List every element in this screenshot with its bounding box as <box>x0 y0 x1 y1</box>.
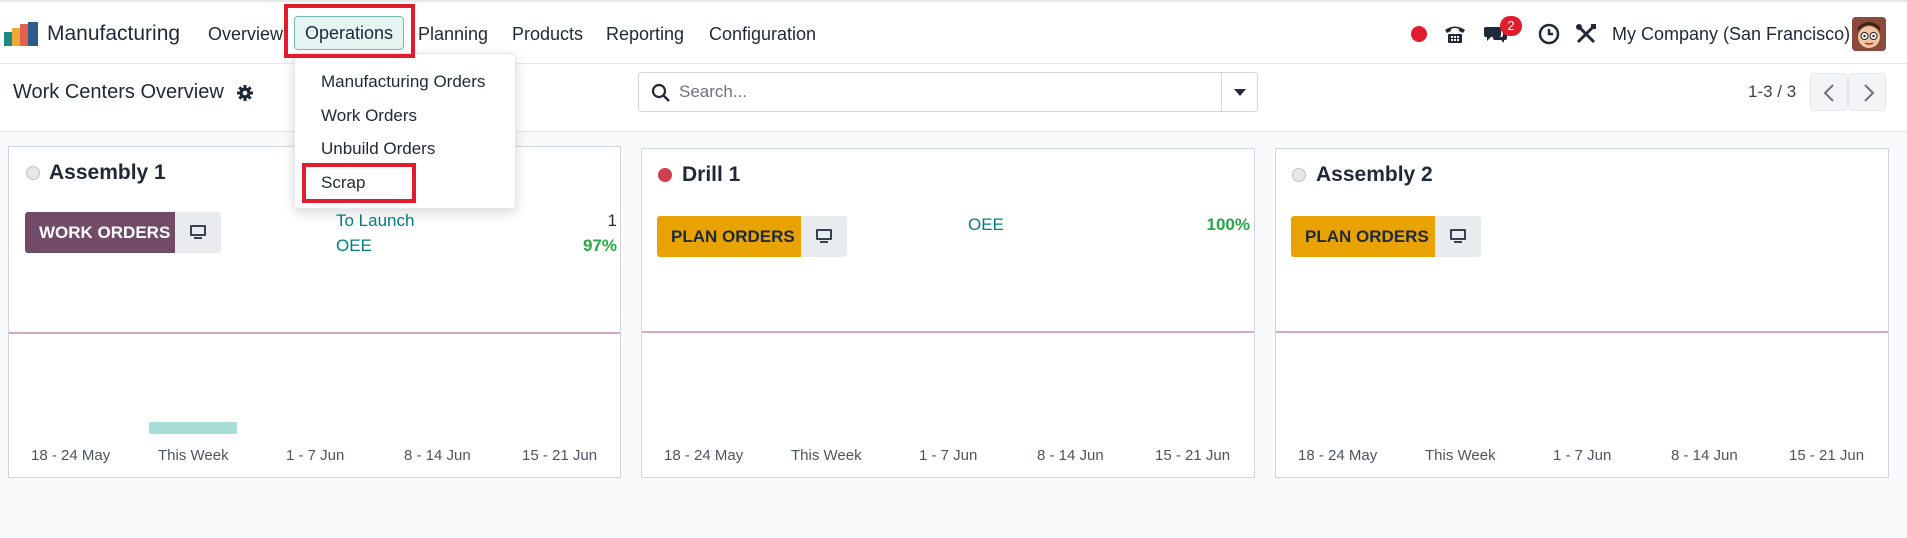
stat-label-to-launch[interactable]: To Launch <box>336 211 414 231</box>
nav-planning[interactable]: Planning <box>418 24 488 45</box>
debug-tools-icon[interactable] <box>1573 21 1599 47</box>
nav-products[interactable]: Products <box>512 24 583 45</box>
messages-count-badge: 2 <box>1500 16 1522 36</box>
chart-baseline <box>642 331 1254 333</box>
highlight-box-scrap <box>302 163 416 203</box>
search-bar[interactable] <box>638 72 1258 112</box>
workcenter-name[interactable]: Assembly 2 <box>1316 163 1433 187</box>
chevron-left-icon <box>1823 84 1834 102</box>
workstation-button[interactable] <box>1435 216 1481 257</box>
manufacturing-app-icon[interactable] <box>4 22 40 46</box>
menu-item-unbuild-orders[interactable]: Unbuild Orders <box>321 139 435 159</box>
plan-orders-button[interactable]: PLAN ORDERS <box>657 216 809 257</box>
stat-label-oee[interactable]: OEE <box>968 215 1004 235</box>
search-options-toggle[interactable] <box>1221 73 1257 111</box>
status-indicator[interactable] <box>1292 168 1306 182</box>
phone-icon[interactable] <box>1442 21 1468 47</box>
pager-value[interactable]: 1-3 / 3 <box>1748 82 1796 102</box>
search-icon <box>651 83 670 102</box>
stat-value-oee[interactable]: 97% <box>549 236 617 256</box>
week-label: This Week <box>791 447 862 464</box>
week-label: 18 - 24 May <box>31 447 111 464</box>
highlight-box-operations <box>284 4 415 58</box>
nav-overview[interactable]: Overview <box>208 24 283 45</box>
week-label: 18 - 24 May <box>1298 447 1378 464</box>
week-label: This Week <box>1425 447 1496 464</box>
week-label: 1 - 7 Jun <box>1553 447 1612 464</box>
workstation-button[interactable] <box>801 216 847 257</box>
app-name[interactable]: Manufacturing <box>47 22 180 46</box>
record-status-icon[interactable] <box>1406 21 1432 47</box>
menu-item-work-orders[interactable]: Work Orders <box>321 106 417 126</box>
monitor-icon <box>816 229 832 243</box>
week-label: 15 - 21 Jun <box>522 447 598 464</box>
search-input[interactable] <box>679 79 1209 105</box>
page-title: Work Centers Overview <box>13 81 224 103</box>
plan-orders-button[interactable]: PLAN ORDERS <box>1291 216 1443 257</box>
workcenter-card: Drill 1 PLAN ORDERS OEE 100% 18 - 24 May… <box>641 148 1255 478</box>
menu-item-manufacturing-orders[interactable]: Manufacturing Orders <box>321 72 485 92</box>
week-label: 15 - 21 Jun <box>1789 447 1865 464</box>
week-label: 8 - 14 Jun <box>1037 447 1104 464</box>
workcenter-name[interactable]: Assembly 1 <box>49 161 166 185</box>
nav-reporting[interactable]: Reporting <box>606 24 684 45</box>
week-label: 1 - 7 Jun <box>286 447 345 464</box>
stat-value-oee[interactable]: 100% <box>1178 215 1250 235</box>
nav-configuration[interactable]: Configuration <box>709 24 816 45</box>
pager-next-button[interactable] <box>1848 73 1886 111</box>
workcenter-name[interactable]: Drill 1 <box>682 163 740 187</box>
monitor-icon <box>190 225 206 239</box>
control-panel: Work Centers Overview 1-3 / 3 <box>0 64 1907 132</box>
workload-bar <box>149 422 237 434</box>
company-switcher[interactable]: My Company (San Francisco) <box>1612 24 1850 45</box>
stat-value-to-launch[interactable]: 1 <box>549 211 617 231</box>
week-label: 8 - 14 Jun <box>404 447 471 464</box>
week-label: 18 - 24 May <box>664 447 744 464</box>
activity-clock-icon[interactable] <box>1536 21 1562 47</box>
week-label: 8 - 14 Jun <box>1671 447 1738 464</box>
pager-previous-button[interactable] <box>1810 73 1848 111</box>
gear-icon[interactable] <box>236 84 254 102</box>
caret-down-icon <box>1234 89 1246 96</box>
user-avatar[interactable] <box>1852 17 1886 51</box>
week-label: This Week <box>158 447 229 464</box>
chevron-right-icon <box>1864 84 1875 102</box>
status-indicator[interactable] <box>658 168 672 182</box>
week-label: 15 - 21 Jun <box>1155 447 1231 464</box>
workstation-button[interactable] <box>175 212 221 253</box>
chart-baseline <box>1276 331 1888 333</box>
stat-label-oee[interactable]: OEE <box>336 236 372 256</box>
work-orders-button[interactable]: WORK ORDERS <box>25 212 185 253</box>
monitor-icon <box>1450 229 1466 243</box>
status-indicator[interactable] <box>26 166 40 180</box>
chart-baseline <box>9 332 620 334</box>
week-label: 1 - 7 Jun <box>919 447 978 464</box>
workcenter-card: Assembly 2 PLAN ORDERS 18 - 24 May This … <box>1275 148 1889 478</box>
